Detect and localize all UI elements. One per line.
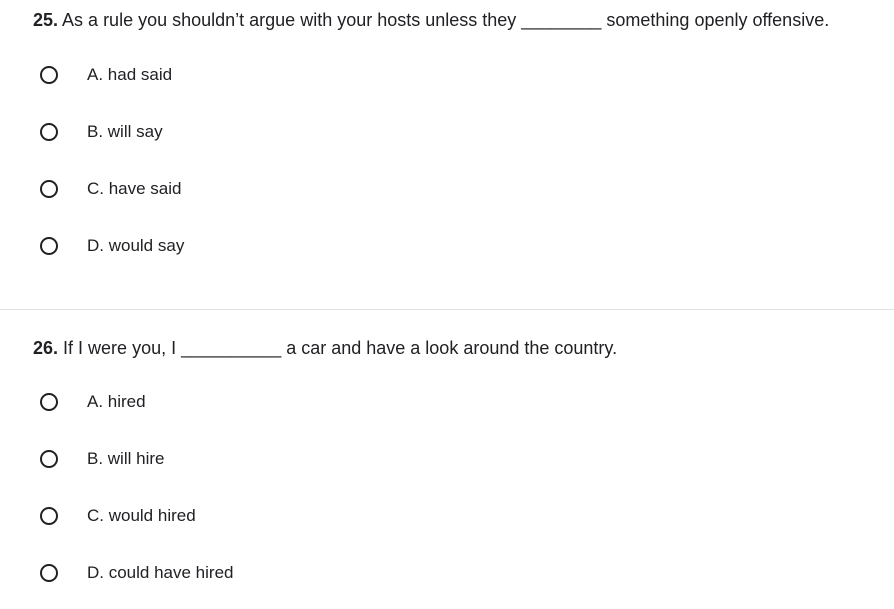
radio-button-icon[interactable] — [40, 123, 58, 141]
radio-button-icon[interactable] — [40, 393, 58, 411]
question-prompt: As a rule you shouldn’t argue with your … — [62, 10, 830, 30]
radio-button-icon[interactable] — [40, 66, 58, 84]
option-label: C. would hired — [87, 506, 196, 525]
option-label: B. will say — [87, 122, 163, 141]
option-d[interactable]: D. would say — [40, 231, 184, 261]
radio-button-icon[interactable] — [40, 237, 58, 255]
option-label: B. will hire — [87, 449, 165, 468]
option-b[interactable]: B. will say — [40, 117, 163, 147]
option-label: A. had said — [87, 65, 173, 84]
question-text: 26. If I were you, I __________ a car an… — [33, 337, 617, 359]
radio-button-icon[interactable] — [40, 180, 58, 198]
option-label: C. have said — [87, 179, 182, 198]
option-b[interactable]: B. will hire — [40, 444, 164, 474]
question-25: 25. As a rule you shouldn’t argue with y… — [0, 0, 894, 309]
question-text: 25. As a rule you shouldn’t argue with y… — [33, 9, 829, 31]
option-label: D. could have hired — [87, 563, 234, 582]
question-number: 25. — [33, 10, 59, 30]
option-label: D. would say — [87, 236, 185, 255]
radio-button-icon[interactable] — [40, 450, 58, 468]
question-prompt: If I were you, I __________ a car and ha… — [63, 338, 618, 358]
option-a[interactable]: A. had said — [40, 60, 172, 90]
question-26: 26. If I were you, I __________ a car an… — [0, 310, 894, 609]
question-number: 26. — [33, 338, 59, 358]
option-a[interactable]: A. hired — [40, 387, 146, 417]
option-label: A. hired — [87, 392, 146, 411]
radio-button-icon[interactable] — [40, 507, 58, 525]
option-d[interactable]: D. could have hired — [40, 558, 233, 588]
option-c[interactable]: C. have said — [40, 174, 182, 204]
radio-button-icon[interactable] — [40, 564, 58, 582]
option-c[interactable]: C. would hired — [40, 501, 196, 531]
